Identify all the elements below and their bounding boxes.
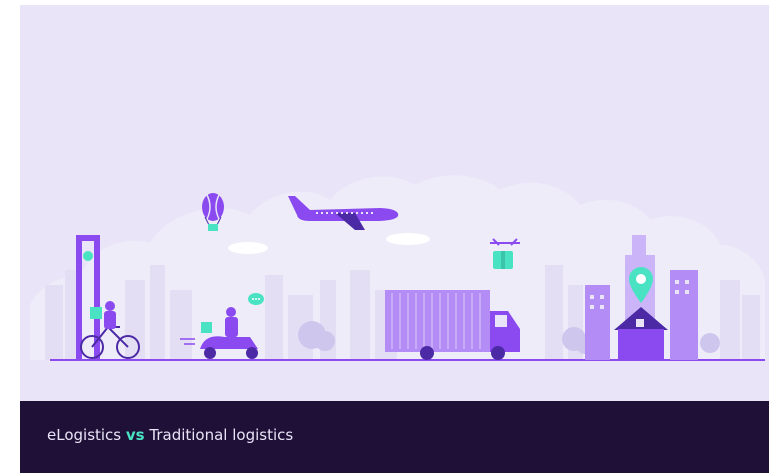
cloud-small (386, 233, 430, 245)
cloud-small (228, 242, 268, 254)
caption-traditional-logistics: Traditional logistics (144, 426, 294, 444)
caption-title: eLogistics vs Traditional logistics (47, 426, 293, 444)
caption-elogistics: eLogistics (47, 426, 126, 444)
illustration-scene (20, 5, 769, 401)
caption-vs: vs (125, 426, 145, 444)
caption-bar: eLogistics vs Traditional logistics (20, 401, 769, 473)
chat-bubble-icon (248, 293, 264, 305)
check-icon (83, 251, 93, 261)
hero-banner: eLogistics vs Traditional logistics (20, 5, 769, 473)
logistics-illustration (30, 175, 765, 361)
